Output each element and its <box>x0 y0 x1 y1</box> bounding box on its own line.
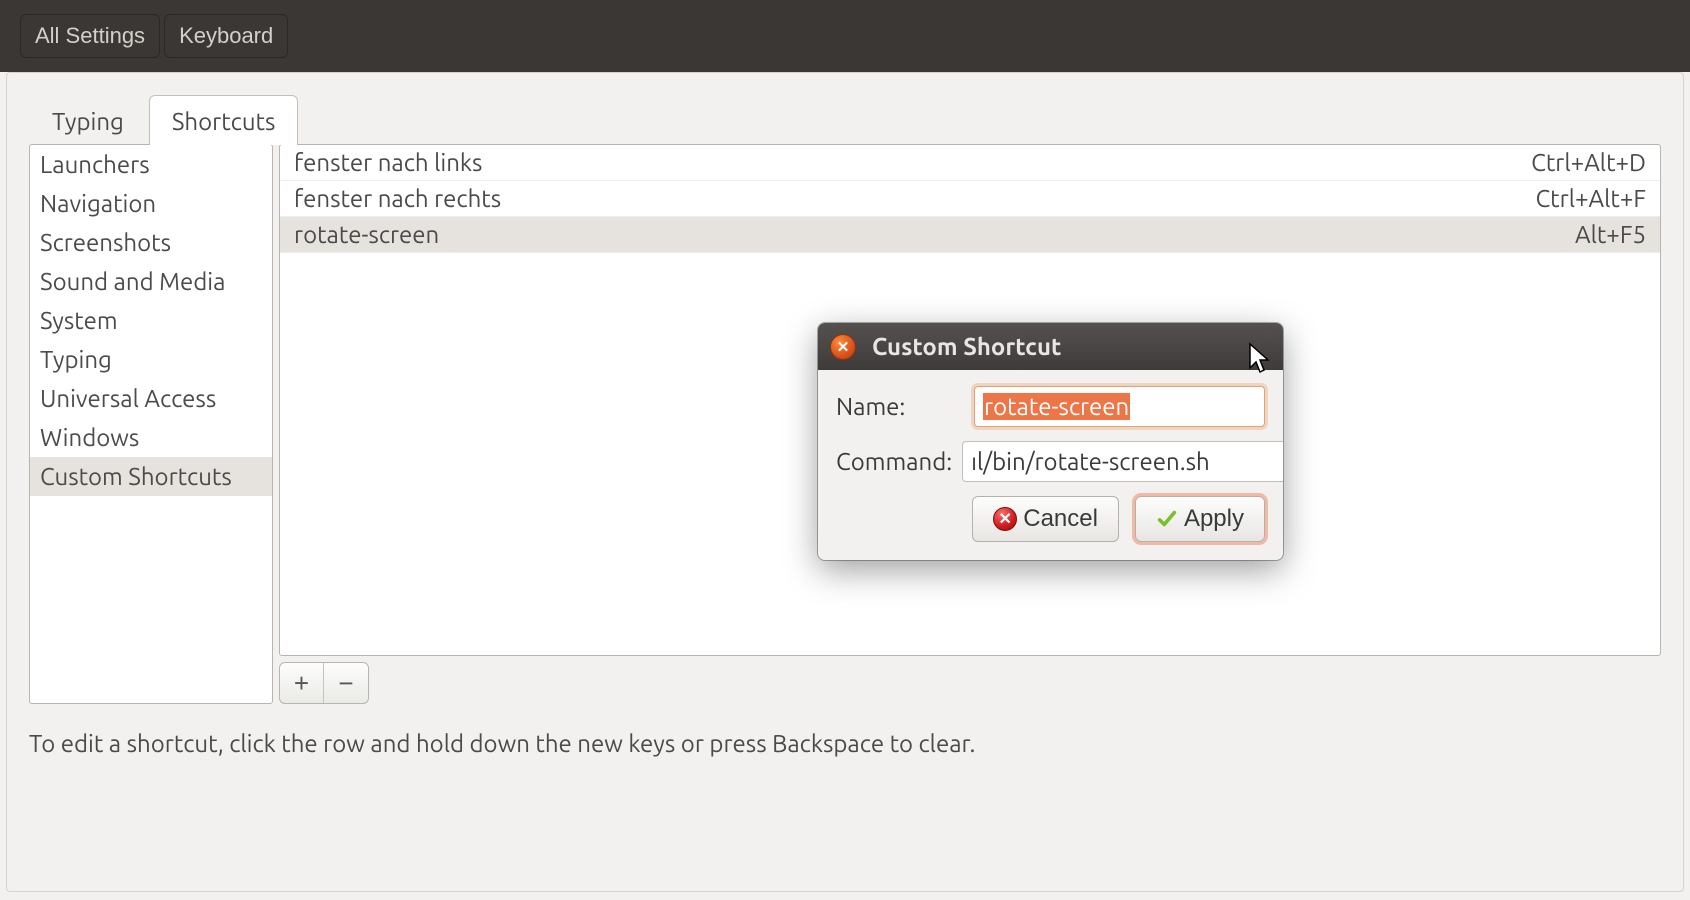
shortcut-name: fenster nach rechts <box>294 185 501 212</box>
sidebar-item-system[interactable]: System <box>30 301 272 340</box>
shortcut-accel: Ctrl+Alt+D <box>1531 149 1646 176</box>
custom-shortcut-dialog: ✕ Custom Shortcut Name: rotate-screen Co… <box>818 323 1283 560</box>
cancel-button[interactable]: ✕ Cancel <box>972 496 1119 542</box>
cancel-icon: ✕ <box>993 507 1017 531</box>
sidebar-item-universal-access[interactable]: Universal Access <box>30 379 272 418</box>
list-controls: + − <box>279 662 1661 704</box>
sidebar-item-screenshots[interactable]: Screenshots <box>30 223 272 262</box>
add-shortcut-button[interactable]: + <box>280 663 324 703</box>
list-item[interactable]: fenster nach rechts Ctrl+Alt+F <box>280 181 1660 217</box>
remove-shortcut-button[interactable]: − <box>324 663 368 703</box>
category-sidebar[interactable]: Launchers Navigation Screenshots Sound a… <box>29 144 273 704</box>
command-label: Command: <box>836 448 952 475</box>
dialog-titlebar[interactable]: ✕ Custom Shortcut <box>818 323 1283 370</box>
sidebar-item-typing[interactable]: Typing <box>30 340 272 379</box>
hint-text: To edit a shortcut, click the row and ho… <box>29 730 1661 757</box>
shortcut-accel: Alt+F5 <box>1575 221 1646 248</box>
breadcrumb: All Settings Keyboard <box>0 0 1690 72</box>
all-settings-button[interactable]: All Settings <box>20 14 160 58</box>
keyboard-crumb[interactable]: Keyboard <box>164 14 288 58</box>
check-icon <box>1156 508 1178 530</box>
apply-label: Apply <box>1184 505 1244 533</box>
sidebar-item-launchers[interactable]: Launchers <box>30 145 272 184</box>
list-item[interactable]: fenster nach links Ctrl+Alt+D <box>280 145 1660 181</box>
name-input[interactable]: rotate-screen <box>974 386 1265 427</box>
tabstrip: Typing Shortcuts <box>29 95 1661 145</box>
tab-typing[interactable]: Typing <box>29 95 147 145</box>
apply-button[interactable]: Apply <box>1135 496 1265 542</box>
sidebar-item-custom-shortcuts[interactable]: Custom Shortcuts <box>30 457 272 496</box>
name-input-value: rotate-screen <box>983 393 1130 420</box>
shortcut-name: fenster nach links <box>294 149 482 176</box>
list-item[interactable]: rotate-screen Alt+F5 <box>280 217 1660 253</box>
cancel-label: Cancel <box>1023 505 1098 533</box>
dialog-title: Custom Shortcut <box>872 333 1061 360</box>
name-label: Name: <box>836 393 964 420</box>
command-input[interactable] <box>962 441 1283 482</box>
close-icon[interactable]: ✕ <box>830 334 856 360</box>
shortcut-accel: Ctrl+Alt+F <box>1535 185 1646 212</box>
shortcut-name: rotate-screen <box>294 221 439 248</box>
sidebar-item-windows[interactable]: Windows <box>30 418 272 457</box>
tab-shortcuts[interactable]: Shortcuts <box>149 95 299 145</box>
sidebar-item-sound-and-media[interactable]: Sound and Media <box>30 262 272 301</box>
sidebar-item-navigation[interactable]: Navigation <box>30 184 272 223</box>
